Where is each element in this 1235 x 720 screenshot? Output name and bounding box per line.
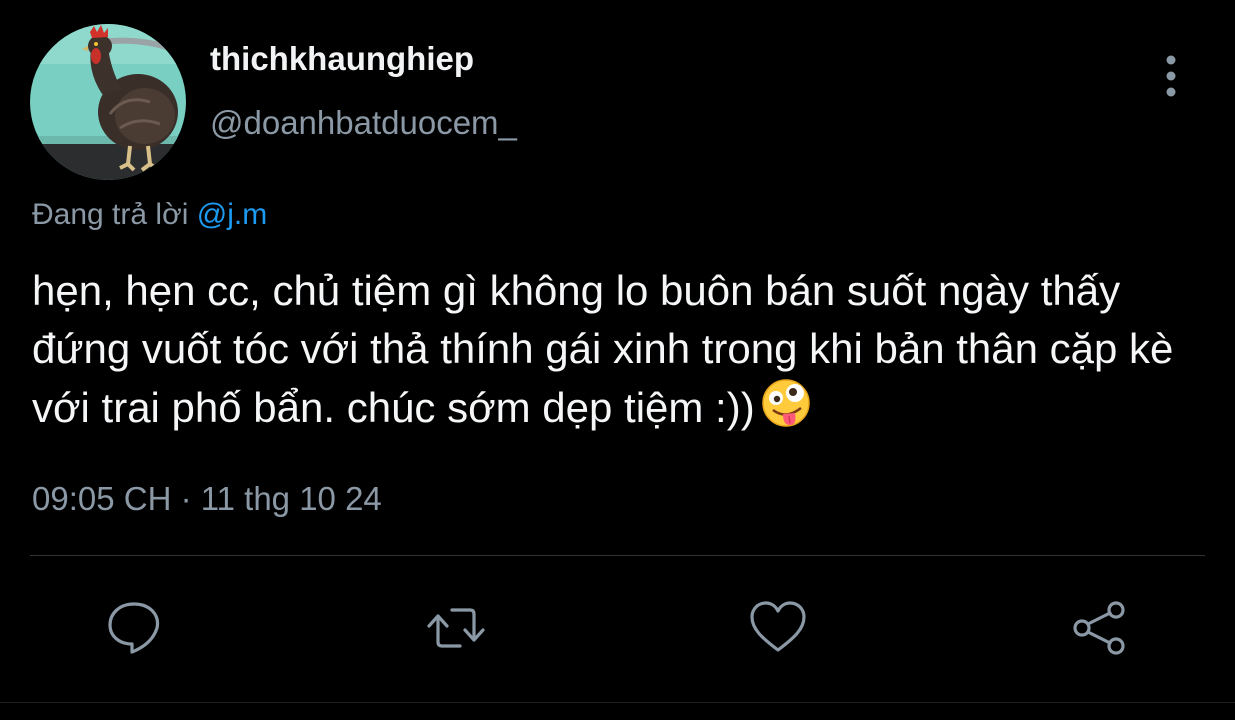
avatar[interactable] xyxy=(30,24,186,180)
tweet-timestamp[interactable]: 09:05 CH · 11 thg 10 24 xyxy=(32,480,382,518)
reply-prefix: Đang trả lời xyxy=(32,198,197,231)
retweet-button[interactable] xyxy=(426,598,486,658)
divider xyxy=(30,555,1205,556)
user-handle[interactable]: @doanhbatduocem_ xyxy=(210,104,517,142)
replying-to: Đang trả lời @j.m xyxy=(32,198,267,232)
heart-icon xyxy=(750,601,806,652)
retweet-icon xyxy=(427,608,485,648)
comment-icon xyxy=(108,602,160,654)
display-name[interactable]: thichkhaunghiep xyxy=(210,40,474,78)
divider-bottom xyxy=(0,702,1235,703)
more-vertical-icon xyxy=(1166,55,1176,97)
more-options-button[interactable] xyxy=(1155,52,1187,100)
share-button[interactable] xyxy=(1070,598,1130,658)
like-button[interactable] xyxy=(748,598,808,658)
tweet-text: hẹn, hẹn cc, chủ tiệm gì không lo buôn b… xyxy=(32,267,1174,431)
zany-face-icon xyxy=(761,378,811,443)
reply-mention-link[interactable]: @j.m xyxy=(197,198,267,231)
reply-button[interactable] xyxy=(104,598,164,658)
share-icon xyxy=(1073,601,1125,655)
tweet-body: hẹn, hẹn cc, chủ tiệm gì không lo buôn b… xyxy=(32,262,1212,443)
